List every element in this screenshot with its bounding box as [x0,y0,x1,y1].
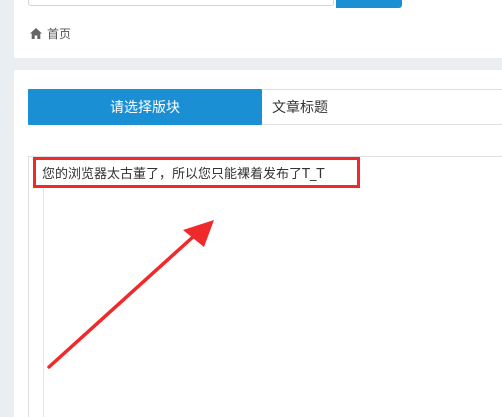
breadcrumb: 首页 [30,24,71,42]
search-input[interactable] [28,0,334,6]
browser-warning-text: 您的浏览器太古董了，所以您只能裸着发布了T_T [42,167,325,182]
breadcrumb-home-link[interactable]: 首页 [47,25,71,42]
select-block-button[interactable]: 请选择版块 [28,89,262,125]
editor-area[interactable]: 您的浏览器太古董了，所以您只能裸着发布了T_T [28,156,502,417]
title-input[interactable]: 文章标题 [262,89,502,125]
search-button[interactable] [336,0,402,8]
top-panel: 首页 [14,0,502,58]
browser-warning-highlight: 您的浏览器太古董了，所以您只能裸着发布了T_T [33,157,360,188]
home-icon [30,27,42,39]
main-panel: 请选择版块 文章标题 您的浏览器太古董了，所以您只能裸着发布了T_T [14,70,502,417]
